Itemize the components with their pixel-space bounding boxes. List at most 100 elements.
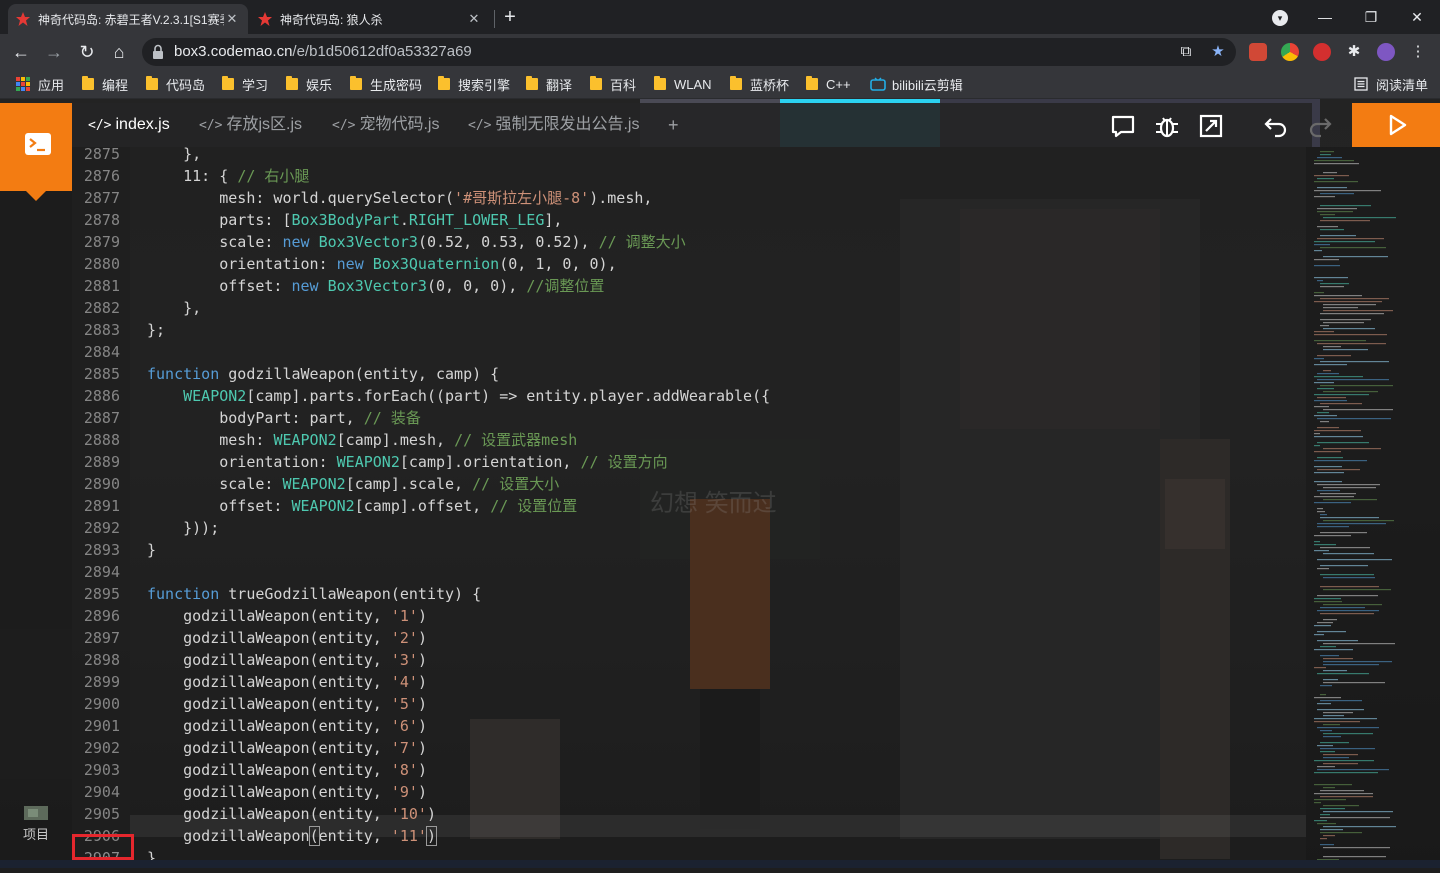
code-tag-icon: </> [88,118,112,133]
profile-avatar[interactable] [1377,43,1395,61]
code-line[interactable]: 2880 orientation: new Box3Quaternion(0, … [72,253,1306,275]
bookmark-folder[interactable]: 学习 [222,76,268,93]
chrome-extension-icon[interactable] [1281,43,1299,61]
code-line[interactable]: 2882 }, [72,297,1306,319]
back-arrow-icon[interactable]: ← [10,41,32,63]
home-icon[interactable]: ⌂ [108,41,130,63]
tab-storage-js[interactable]: </> 存放js区.js [199,103,302,147]
reload-icon[interactable]: ↻ [76,41,98,63]
apps-grid-icon [16,77,30,91]
project-image-icon [24,806,48,820]
code-line[interactable]: 2901 godzillaWeapon(entity, '6') [72,715,1306,737]
code-line[interactable]: 2897 godzillaWeapon(entity, '2') [72,627,1306,649]
tab-search-icon[interactable]: ▾ [1272,10,1288,26]
tab-separator [494,10,495,28]
editor-logo-button[interactable] [0,103,72,201]
new-tab-button[interactable]: + [500,6,520,28]
minimize-icon[interactable]: — [1302,9,1348,25]
code-line[interactable]: 2896 godzillaWeapon(entity, '1') [72,605,1306,627]
bookmarks-bar [0,70,1440,99]
bookmark-folder[interactable]: 翻译 [526,76,572,93]
minimap-canvas [1314,151,1396,864]
reading-list-icon [1354,77,1368,91]
bookmark-apps[interactable]: 应用 [16,76,64,93]
code-editor[interactable]: 2875 }, 2876 11: { // 右小腿 2877 mesh: wor… [72,143,1306,869]
code-line[interactable]: 2881 offset: new Box3Vector3(0, 0, 0), /… [72,275,1306,297]
close-tab-icon[interactable]: ✕ [224,11,240,27]
folder-icon [146,76,158,90]
code-line[interactable]: 2892 })); [72,517,1306,539]
folder-icon [654,76,666,90]
code-line[interactable]: 2887 bodyPart: part, // 装备 [72,407,1306,429]
tab-announcement-js[interactable]: </> 强制无限发出公告.js [468,103,640,147]
code-line[interactable]: 2904 godzillaWeapon(entity, '9') [72,781,1306,803]
code-line[interactable]: 2877 mesh: world.querySelector('#哥斯拉左小腿-… [72,187,1306,209]
code-line[interactable]: 2894 [72,561,1306,583]
reading-list[interactable]: 阅读清单 [1354,76,1428,93]
code-line[interactable]: 2900 godzillaWeapon(entity, '5') [72,693,1306,715]
debug-bug-icon[interactable] [1153,112,1181,140]
code-line[interactable]: 2890 scale: WEAPON2[camp].scale, // 设置大小 [72,473,1306,495]
bookmark-folder[interactable]: 娱乐 [286,76,332,93]
restore-icon[interactable]: ❐ [1348,9,1394,26]
close-tab-icon[interactable]: ✕ [466,11,482,27]
code-line[interactable]: 2886 WEAPON2[camp].parts.forEach((part) … [72,385,1306,407]
code-line[interactable]: 2889 orientation: WEAPON2[camp].orientat… [72,451,1306,473]
code-line[interactable]: 2895 function trueGodzillaWeapon(entity) … [72,583,1306,605]
forward-arrow-icon[interactable]: → [43,41,65,63]
code-line[interactable]: 2893} [72,539,1306,561]
browser-menu-icon[interactable]: ⋮ [1408,42,1428,62]
browser-tab[interactable]: 神奇代码岛: 狼人杀 ✕ [250,4,490,34]
bookmark-folder[interactable]: 生成密码 [350,76,422,93]
bookmark-folder[interactable]: WLAN [654,76,712,92]
folder-icon [806,76,818,90]
bookmark-folder[interactable]: 编程 [82,76,128,93]
code-minimap[interactable] [1306,147,1440,868]
code-line[interactable]: 2903 godzillaWeapon(entity, '8') [72,759,1306,781]
code-line[interactable]: 2891 offset: WEAPON2[camp].offset, // 设置… [72,495,1306,517]
bookmark-bilibili[interactable]: bilibili云剪辑 [870,76,963,93]
comment-icon[interactable] [1109,112,1137,140]
undo-icon[interactable] [1262,112,1290,140]
code-line[interactable]: 2905 godzillaWeapon(entity, '10') [72,803,1306,825]
bookmark-star-icon[interactable]: ★ [1208,42,1228,62]
open-in-app-icon[interactable]: ⧉ [1176,42,1196,62]
code-line[interactable]: 2898 godzillaWeapon(entity, '3') [72,649,1306,671]
bookmark-folder[interactable]: 百科 [590,76,636,93]
folder-icon [730,76,742,90]
extension-icon[interactable] [1249,43,1267,61]
redo-icon[interactable] [1306,112,1334,140]
url-text[interactable]: box3.codemao.cn/e/b1d50612df0a53327a69 [174,42,472,62]
code-line[interactable]: 2899 godzillaWeapon(entity, '4') [72,671,1306,693]
code-line[interactable]: 2902 godzillaWeapon(entity, '7') [72,737,1306,759]
sidebar-item-project[interactable]: 项目 [0,806,72,843]
bookmark-folder[interactable]: 蓝桥杯 [730,76,789,93]
code-line[interactable]: 2888 mesh: WEAPON2[camp].mesh, // 设置武器me… [72,429,1306,451]
extensions-puzzle-icon[interactable]: ✱ [1344,42,1364,62]
code-line[interactable]: 2875 }, [72,143,1306,165]
code-line[interactable]: 2879 scale: new Box3Vector3(0.52, 0.53, … [72,231,1306,253]
bookmark-folder[interactable]: 搜索引擎 [438,76,510,93]
code-line[interactable]: 2884 [72,341,1306,363]
adblock-extension-icon[interactable] [1313,43,1331,61]
bookmark-folder[interactable]: C++ [806,76,851,92]
code-line[interactable]: 2906 godzillaWeapon(entity, '11') [72,825,1306,847]
highlighted-line-number-annotation [72,834,134,860]
browser-tab-title: 神奇代码岛: 赤碧王者V.2.3.1[S1赛季] [38,12,224,27]
bilibili-tv-icon [870,77,886,91]
tab-pet-code-js[interactable]: </> 宠物代码.js [332,103,440,147]
close-window-icon[interactable]: ✕ [1394,9,1440,26]
code-line[interactable]: 2883}; [72,319,1306,341]
tab-index-js[interactable]: </> index.js [88,103,170,147]
folder-icon [350,76,362,90]
code-line[interactable]: 2885 function godzillaWeapon(entity, camp… [72,363,1306,385]
expand-icon[interactable] [1197,112,1225,140]
code-line[interactable]: 2878 parts: [Box3BodyPart.RIGHT_LOWER_LE… [72,209,1306,231]
bookmark-folder[interactable]: 代码岛 [146,76,205,93]
lock-icon[interactable] [152,44,164,60]
add-tab-button[interactable]: + [668,103,679,147]
folder-icon [286,76,298,90]
run-button[interactable] [1352,103,1440,147]
code-line[interactable]: 2876 11: { // 右小腿 [72,165,1306,187]
browser-tab-active[interactable]: 神奇代码岛: 赤碧王者V.2.3.1[S1赛季] ✕ [8,4,248,34]
